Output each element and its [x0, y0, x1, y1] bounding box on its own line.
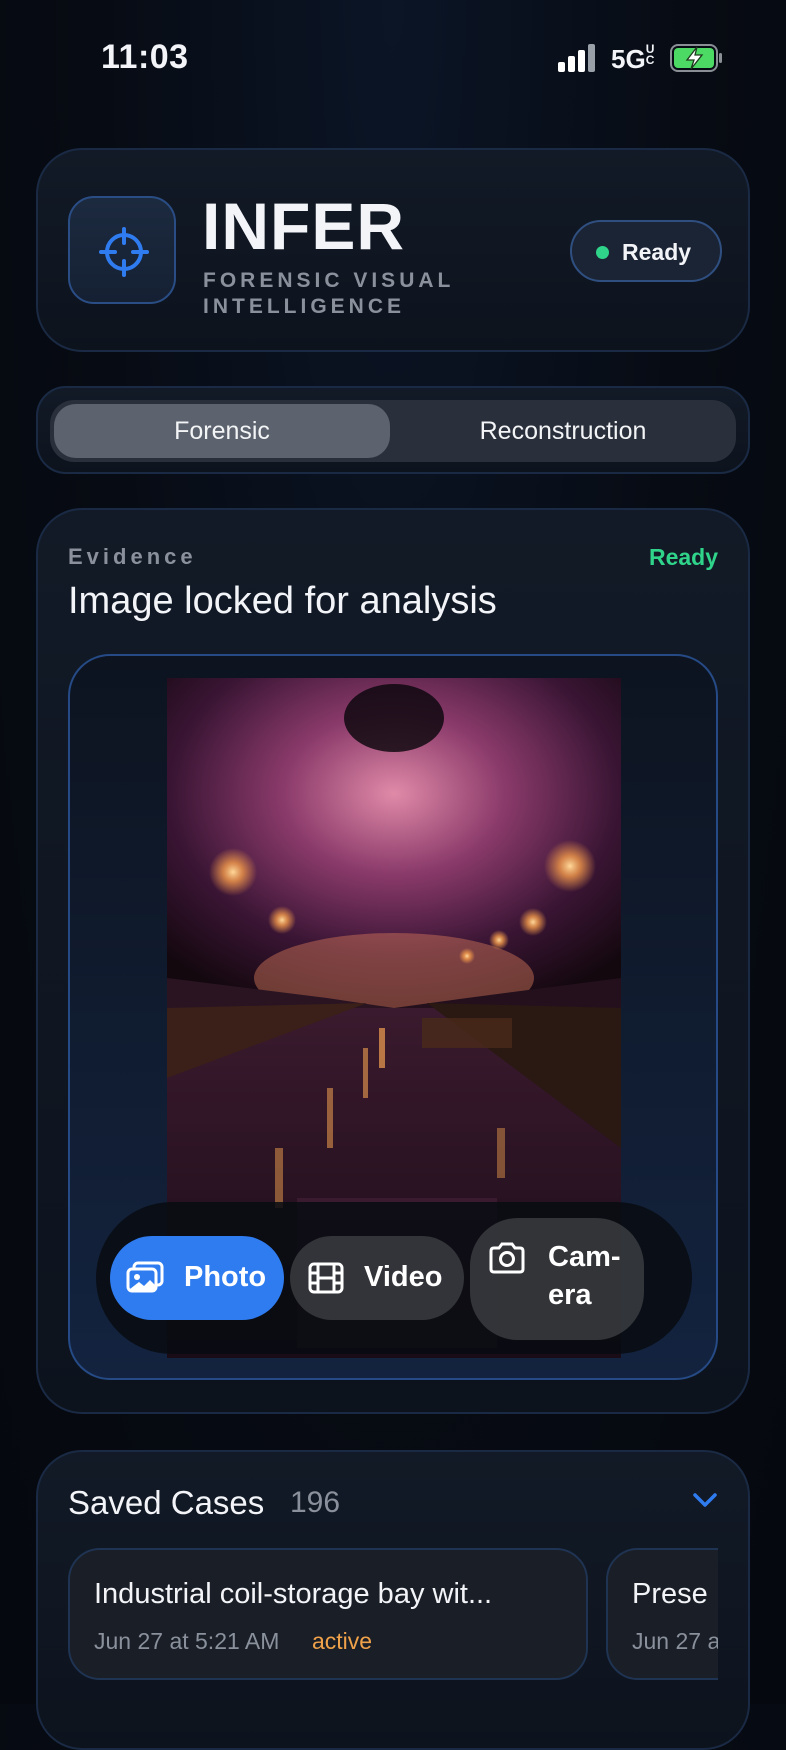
status-time: 11:03 [101, 38, 189, 76]
video-source-label: Video [364, 1261, 443, 1293]
mode-segmented-control: Forensic Reconstruction [36, 386, 750, 474]
status-dot [596, 246, 609, 259]
segment-track: Forensic Reconstruction [50, 400, 736, 462]
network-indicator: 5GUC [611, 42, 655, 74]
camera-icon [489, 1242, 525, 1274]
status-badge[interactable]: Ready [570, 220, 722, 282]
source-picker: Photo Video Cam- era [96, 1202, 692, 1354]
evidence-section-label: Evidence [68, 544, 197, 569]
case-state-badge: active [312, 1628, 373, 1654]
video-source-button[interactable]: Video [290, 1236, 464, 1320]
evidence-preview[interactable]: Photo Video Cam- era [68, 654, 718, 1380]
case-item[interactable]: Industrial coil-storage bay wit... Jun 2… [68, 1548, 588, 1680]
chevron-down-icon[interactable] [692, 1490, 718, 1510]
photo-source-button[interactable]: Photo [110, 1236, 284, 1320]
evidence-title: Image locked for analysis [68, 580, 497, 622]
app-logo [68, 196, 176, 304]
app-header-card: INFER FORENSIC VISUAL INTELLIGENCE Ready [36, 148, 750, 352]
saved-cases-count: 196 [290, 1486, 341, 1519]
battery-charging-icon [670, 44, 722, 72]
case-title: Prese [632, 1578, 708, 1610]
case-item[interactable]: Prese Jun 27 a [606, 1548, 718, 1680]
evidence-status: Ready [648, 544, 718, 570]
case-title: Industrial coil-storage bay wit... [94, 1578, 493, 1610]
tab-forensic[interactable]: Forensic [54, 400, 390, 462]
app-title: INFER [202, 189, 405, 263]
saved-cases-carousel[interactable]: Industrial coil-storage bay wit... Jun 2… [68, 1548, 718, 1688]
case-date: Jun 27 at 5:21 AM [94, 1628, 280, 1654]
camera-source-button[interactable]: Cam- era [470, 1218, 644, 1340]
app-subtitle: FORENSIC VISUAL INTELLIGENCE [203, 269, 454, 318]
signal-icon [558, 44, 598, 72]
status-bar: 11:03 5GUC [0, 0, 786, 116]
photo-icon [126, 1261, 164, 1293]
evidence-card: Evidence Ready Image locked for analysis [36, 508, 750, 1414]
film-icon [308, 1262, 344, 1294]
case-date: Jun 27 a [632, 1628, 718, 1654]
saved-cases-title: Saved Cases [68, 1484, 265, 1521]
status-badge-label: Ready [622, 239, 692, 265]
saved-cases-card: Saved Cases 196 Industrial coil-storage … [36, 1450, 750, 1750]
photo-source-label: Photo [184, 1261, 267, 1293]
crosshair-icon [99, 227, 149, 277]
camera-source-label: Cam- era [548, 1241, 621, 1311]
tab-reconstruction[interactable]: Reconstruction [394, 400, 732, 462]
